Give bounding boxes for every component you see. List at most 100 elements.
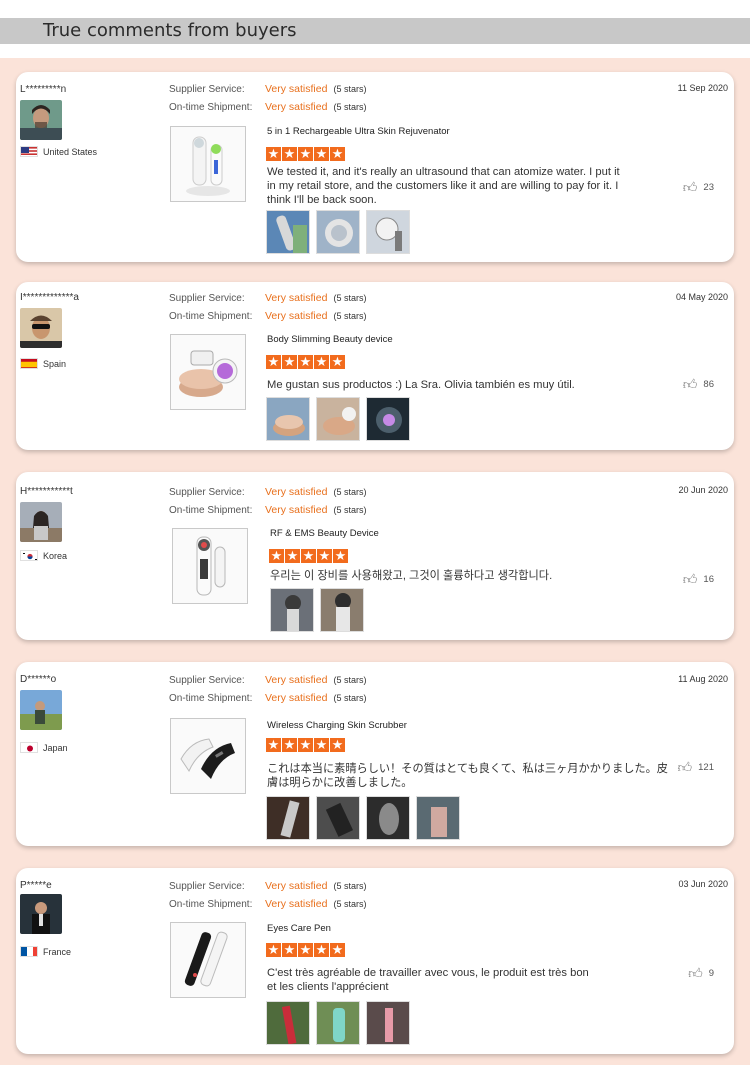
supplier-service-stars: (5 stars) (333, 487, 367, 497)
review-date: 11 Aug 2020 (678, 674, 728, 684)
supplier-service-value: Very satisfied (265, 674, 328, 686)
review-date: 04 May 2020 (675, 292, 728, 302)
review-comment: C'est très agréable de travailler avec v… (267, 967, 589, 993)
review-card: P*****e France Supplier Service: Very sa… (16, 868, 734, 1054)
shipment-stars: (5 stars) (333, 505, 367, 515)
rating-stars: ★ ★ ★ ★ ★ (266, 943, 345, 957)
reviewer-name: D******o (20, 674, 57, 685)
supplier-service-label: Supplier Service: (169, 880, 245, 892)
rating-stars: ★ ★ ★ ★ ★ (269, 549, 348, 563)
product-name[interactable]: Wireless Charging Skin Scrubber (267, 720, 407, 731)
product-thumbnail[interactable] (172, 528, 248, 604)
supplier-service-label: Supplier Service: (169, 292, 245, 304)
shipment-label: On-time Shipment: (169, 101, 253, 113)
supplier-service-row: Supplier Service: Very satisfied (5 star… (169, 292, 366, 304)
supplier-service-row: Supplier Service: Very satisfied (5 star… (169, 83, 366, 95)
supplier-service-label: Supplier Service: (169, 674, 245, 686)
shipment-row: On-time Shipment: Very satisfied (5 star… (169, 692, 366, 704)
rating-stars: ★ ★ ★ ★ ★ (266, 738, 345, 752)
review-photo[interactable] (316, 1001, 360, 1045)
product-thumbnail[interactable] (170, 922, 246, 998)
shipment-row: On-time Shipment: Very satisfied (5 star… (169, 504, 366, 516)
review-photo[interactable] (366, 1001, 410, 1045)
product-name[interactable]: RF & EMS Beauty Device (270, 528, 379, 539)
country: United States (20, 146, 97, 157)
country: France (20, 946, 71, 957)
like-button[interactable]: 👍︎ 86 (683, 377, 714, 391)
country-name: France (43, 946, 72, 957)
shipment-stars: (5 stars) (333, 102, 367, 112)
like-button[interactable]: 👍︎ 16 (683, 572, 714, 586)
like-button[interactable]: 👍︎ 9 (688, 966, 714, 980)
star-icon: ★ (317, 548, 332, 563)
review-photo[interactable] (366, 210, 410, 254)
review-photo[interactable] (366, 397, 410, 441)
shipment-row: On-time Shipment: Very satisfied (5 star… (169, 310, 366, 322)
avatar (20, 894, 62, 934)
star-icon: ★ (282, 942, 297, 957)
star-icon: ★ (314, 354, 329, 369)
review-photos (266, 796, 460, 840)
review-photo[interactable] (320, 588, 364, 632)
star-icon: ★ (266, 354, 281, 369)
flag-japan-icon (20, 742, 38, 753)
review-photo[interactable] (266, 1001, 310, 1045)
product-name[interactable]: Body Slimming Beauty device (267, 334, 393, 345)
supplier-service-stars: (5 stars) (333, 675, 367, 685)
like-button[interactable]: 👍︎ 121 (678, 760, 715, 774)
star-icon: ★ (314, 942, 329, 957)
page-header: True comments from buyers (0, 18, 750, 44)
page-title: True comments from buyers (43, 20, 297, 41)
product-thumbnail[interactable] (170, 334, 246, 410)
like-count: 121 (698, 761, 714, 773)
star-icon: ★ (282, 354, 297, 369)
star-icon: ★ (285, 548, 300, 563)
review-comment: 우리는 이 장비를 사용해왔고, 그것이 훌륭하다고 생각합니다. (270, 570, 553, 582)
review-photo[interactable] (316, 796, 360, 840)
review-photo[interactable] (416, 796, 460, 840)
rating-stars: ★ ★ ★ ★ ★ (266, 147, 345, 161)
supplier-service-row: Supplier Service: Very satisfied (5 star… (169, 486, 366, 498)
review-photo[interactable] (266, 210, 310, 254)
product-name[interactable]: 5 in 1 Rechargeable Ultra Skin Rejuvenat… (267, 126, 450, 137)
shipment-value: Very satisfied (265, 898, 328, 910)
country: Korea (20, 550, 67, 561)
review-card: D******o Japan Supplier Service: Very sa… (16, 662, 734, 846)
star-icon: ★ (298, 942, 313, 957)
avatar (20, 690, 62, 730)
shipment-stars: (5 stars) (333, 311, 367, 321)
supplier-service-label: Supplier Service: (169, 83, 245, 95)
shipment-value: Very satisfied (265, 692, 328, 704)
review-photo[interactable] (316, 397, 360, 441)
product-thumbnail[interactable] (170, 126, 246, 202)
star-icon: ★ (282, 146, 297, 161)
shipment-label: On-time Shipment: (169, 898, 253, 910)
product-thumbnail[interactable] (170, 718, 246, 794)
star-icon: ★ (298, 354, 313, 369)
review-date: 20 Jun 2020 (678, 485, 728, 495)
review-photo[interactable] (270, 588, 314, 632)
flag-france-icon (20, 946, 38, 957)
review-comment: これは本当に素晴らしい！その質はとても良くて、私は三ヶ月かかりました。皮膚は明ら… (267, 763, 668, 789)
star-icon: ★ (282, 737, 297, 752)
avatar (20, 308, 62, 348)
product-name[interactable]: Eyes Care Pen (267, 923, 331, 934)
flag-spain-icon (20, 358, 38, 369)
review-photos (266, 210, 410, 254)
star-icon: ★ (330, 146, 345, 161)
supplier-service-value: Very satisfied (265, 292, 328, 304)
shipment-value: Very satisfied (265, 504, 328, 516)
star-icon: ★ (330, 354, 345, 369)
star-icon: ★ (330, 942, 345, 957)
review-photo[interactable] (266, 796, 310, 840)
like-button[interactable]: 👍︎ 23 (683, 180, 714, 194)
flag-us-icon (20, 146, 38, 157)
review-comment: We tested it, and it's really an ultraso… (267, 166, 620, 206)
like-count: 9 (708, 967, 714, 979)
supplier-service-row: Supplier Service: Very satisfied (5 star… (169, 674, 366, 686)
review-photo[interactable] (316, 210, 360, 254)
star-icon: ★ (266, 737, 281, 752)
review-photo[interactable] (266, 397, 310, 441)
review-photo[interactable] (366, 796, 410, 840)
avatar (20, 502, 62, 542)
